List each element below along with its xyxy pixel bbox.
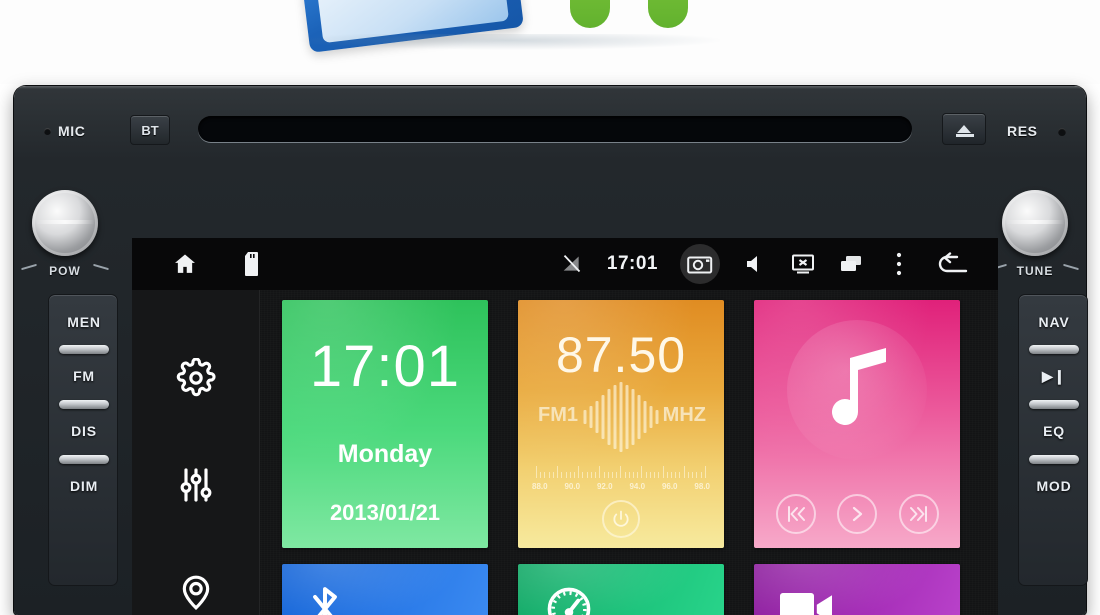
home-icon[interactable] — [172, 251, 198, 277]
clock-tile-weekday: Monday — [337, 440, 433, 468]
tune-knob[interactable] — [998, 186, 1072, 260]
radio-scale-ticks: 88.0 90.0 92.0 94.0 96.0 98.0 — [532, 482, 710, 491]
left-button-stack: MEN FM DIS DIM — [48, 294, 118, 586]
clock-tile-time: 17:01 — [309, 334, 461, 399]
hw-key-fm[interactable]: FM — [49, 357, 119, 395]
chassis-highlight — [14, 86, 1086, 89]
radio-unit-label: MHZ — [662, 404, 706, 426]
video-tile[interactable]: Video — [754, 564, 960, 615]
android-status-bar: 17:01 — [132, 238, 998, 290]
speedometer-icon — [544, 584, 594, 615]
bluetooth-icon — [308, 583, 342, 615]
green-item-left-image — [570, 0, 610, 28]
no-signal-icon — [559, 251, 585, 277]
back-arrow-icon[interactable] — [934, 249, 970, 279]
video-camera-icon — [780, 590, 832, 615]
screen-off-icon[interactable] — [790, 251, 816, 277]
status-bar-clock: 17:01 — [606, 253, 658, 274]
key-divider — [1029, 455, 1079, 464]
side-dock — [132, 290, 260, 615]
radio-tuning-scale[interactable] — [536, 462, 706, 478]
hw-key-dim[interactable]: DIM — [49, 467, 119, 505]
radio-tile[interactable]: 87.50 FM1 MHZ 88.0 90.0 92.0 94.0 96.0 98.0 — [518, 300, 724, 548]
previous-track-button[interactable] — [775, 494, 816, 534]
key-divider — [1029, 345, 1079, 354]
microphone-hole — [44, 128, 51, 135]
mic-label: MIC — [58, 123, 86, 139]
pow-knob-label: POW — [49, 264, 81, 278]
key-divider — [59, 455, 109, 464]
tune-knob-label: TUNE — [1016, 264, 1054, 278]
bt-button[interactable]: BT — [130, 115, 170, 145]
next-track-button[interactable] — [898, 494, 939, 534]
clock-tile[interactable]: 17:01 Monday 2013/01/21 — [282, 300, 488, 548]
clock-tile-date: 2013/01/21 — [329, 500, 441, 525]
recent-apps-icon[interactable] — [838, 251, 864, 277]
product-photo-strip — [0, 0, 1100, 84]
music-tile[interactable] — [754, 300, 960, 548]
radio-frequency: 87.50 — [555, 327, 687, 383]
radio-band-label: FM1 — [538, 404, 578, 426]
res-label: RES — [1007, 123, 1038, 139]
product-shadow — [300, 34, 720, 50]
music-transport-controls — [754, 494, 960, 534]
top-bezel: MIC BT RES — [14, 92, 1086, 154]
sd-card-icon[interactable] — [240, 251, 266, 277]
music-note-icon — [820, 348, 894, 439]
bluetooth-tile[interactable]: Bluetooth — [282, 564, 488, 615]
overflow-menu-icon[interactable] — [886, 251, 912, 277]
hw-key-nav[interactable]: NAV — [1019, 303, 1089, 341]
reset-hole[interactable] — [1058, 128, 1066, 136]
camera-icon[interactable] — [680, 244, 720, 284]
car-stereo-head-unit: MIC BT RES POW TUNE MEN FM DIS DIM NAV ▶… — [14, 86, 1088, 615]
eject-icon — [957, 125, 971, 133]
power-icon[interactable] — [602, 500, 640, 538]
key-divider — [59, 400, 109, 409]
hw-key-men[interactable]: MEN — [49, 303, 119, 341]
volume-icon[interactable] — [742, 251, 768, 277]
location-pin-icon[interactable] — [170, 566, 222, 615]
home-tile-grid: 17:01 Monday 2013/01/21 87.50 FM1 MHZ 88… — [282, 300, 982, 615]
power-volume-knob[interactable] — [28, 186, 102, 260]
cd-slot[interactable] — [198, 116, 912, 142]
key-divider — [1029, 400, 1079, 409]
hw-key-dis[interactable]: DIS — [49, 412, 119, 450]
settings-gear-icon[interactable] — [170, 352, 222, 404]
dvr-tile[interactable]: DVR — [518, 564, 724, 615]
hw-key-mod[interactable]: MOD — [1019, 467, 1089, 505]
eject-button[interactable] — [942, 113, 986, 145]
hw-key-playpause[interactable]: ▶❙ — [1019, 357, 1089, 395]
hw-key-eq[interactable]: EQ — [1019, 412, 1089, 450]
screenshot-root: MIC BT RES POW TUNE MEN FM DIS DIM NAV ▶… — [0, 0, 1100, 615]
key-divider — [59, 345, 109, 354]
touchscreen[interactable]: 17:01 17:01 Monday 2013/01/21 87.50 FM1 … — [132, 238, 998, 615]
eject-icon-bar — [956, 134, 974, 137]
green-item-right-image — [648, 0, 688, 28]
play-button[interactable] — [837, 494, 877, 534]
radio-signal-bars — [583, 382, 659, 452]
equalizer-sliders-icon[interactable] — [170, 459, 222, 511]
right-button-stack: NAV ▶❙ EQ MOD — [1018, 294, 1088, 586]
